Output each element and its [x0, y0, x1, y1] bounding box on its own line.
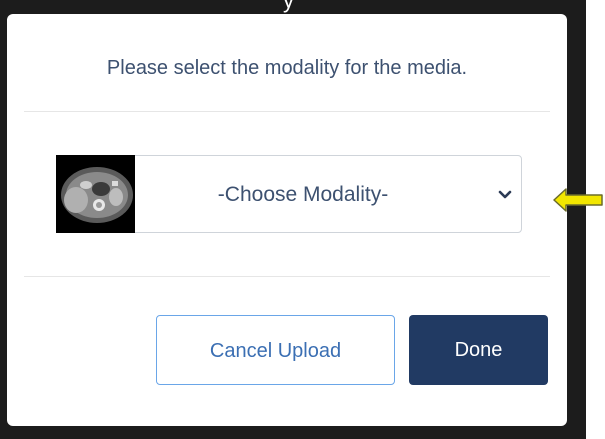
cancel-upload-button[interactable]: Cancel Upload	[156, 315, 395, 385]
chevron-down-icon[interactable]	[497, 186, 513, 202]
background-text-fragment: y	[283, 0, 294, 13]
ct-scan-thumbnail	[56, 155, 135, 233]
modality-select-value: -Choose Modality-	[217, 183, 389, 206]
modality-dialog: Please select the modality for the media…	[7, 14, 567, 426]
left-arrow-icon	[553, 188, 603, 212]
modality-select[interactable]: -Choose Modality-	[56, 155, 522, 233]
header-divider	[24, 111, 550, 112]
done-button[interactable]: Done	[409, 315, 548, 385]
dialog-title: Please select the modality for the media…	[106, 57, 468, 79]
footer-divider	[24, 276, 550, 277]
